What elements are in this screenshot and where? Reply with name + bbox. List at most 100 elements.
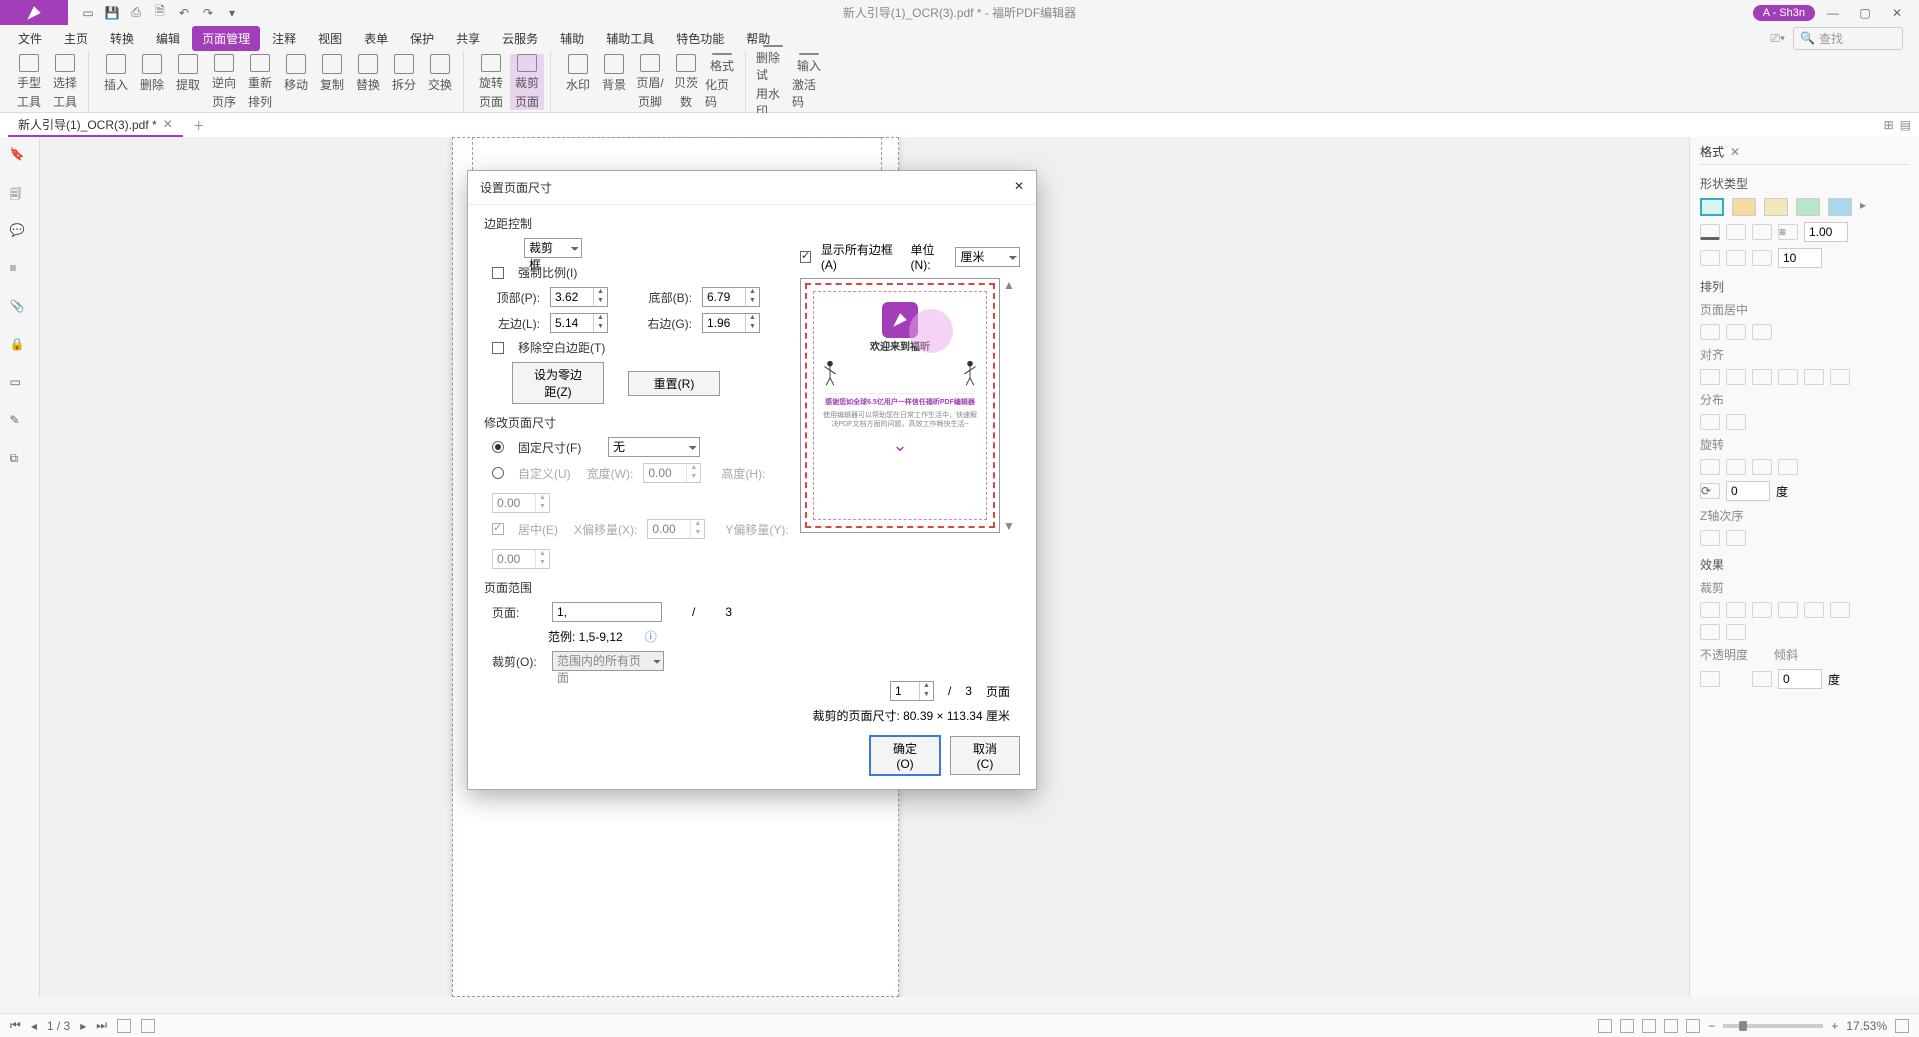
swatch-4[interactable] <box>1796 198 1820 216</box>
align-right-icon[interactable] <box>1752 369 1772 385</box>
ribbon-background[interactable]: 背景 <box>597 54 631 110</box>
center-v-icon[interactable] <box>1726 324 1746 340</box>
cancel-button[interactable]: 取消(C) <box>950 736 1020 775</box>
rotate-angle-icon[interactable]: ⟳ <box>1700 483 1720 499</box>
zoom-out-icon[interactable]: − <box>1708 1019 1715 1033</box>
print-icon[interactable]: ⎙ <box>128 5 144 21</box>
swatch-3[interactable] <box>1764 198 1788 216</box>
menu-view[interactable]: 视图 <box>308 26 352 51</box>
crop-extra2-icon[interactable] <box>1726 624 1746 640</box>
ribbon-activate[interactable]: 输入激活码 <box>792 54 826 110</box>
line-style-icon[interactable] <box>1752 224 1772 240</box>
ribbon-crop[interactable]: 裁剪页面 <box>510 54 544 110</box>
unit-select[interactable]: 厘米 <box>955 247 1020 267</box>
crop-polygon-icon[interactable] <box>1778 602 1798 618</box>
undo-icon[interactable]: ↶ <box>176 5 192 21</box>
menu-home[interactable]: 主页 <box>54 26 98 51</box>
ok-button[interactable]: 确定(O) <box>870 736 940 775</box>
comments-icon[interactable]: 💬 <box>10 223 30 243</box>
user-badge[interactable]: A - Sh3n <box>1753 5 1815 21</box>
ribbon-replace[interactable]: 替换 <box>351 54 385 110</box>
dialog-close-icon[interactable]: ✕ <box>1014 179 1024 196</box>
opacity-icon[interactable] <box>1700 671 1720 687</box>
fullscreen-icon[interactable] <box>1895 1019 1909 1033</box>
text-color-icon[interactable] <box>1700 224 1720 240</box>
show-all-boxes-checkbox[interactable] <box>800 251 811 263</box>
bottom-spinner[interactable]: ▲▼ <box>702 287 760 307</box>
crop-free-icon[interactable] <box>1830 602 1850 618</box>
view-mode-1-icon[interactable] <box>1598 1019 1612 1033</box>
page-indicator[interactable]: 1 / 3 <box>47 1019 70 1033</box>
ribbon-watermark[interactable]: 水印 <box>561 54 595 110</box>
ribbon-format-pagenum[interactable]: 格式化页码 <box>705 54 739 110</box>
reset-button[interactable]: 重置(R) <box>628 371 720 396</box>
redo-icon[interactable]: ↷ <box>200 5 216 21</box>
ribbon-remove-trial[interactable]: 删除试用水印 <box>756 54 790 110</box>
view-mode-2-icon[interactable] <box>1620 1019 1634 1033</box>
align-vcenter-icon[interactable] <box>1804 369 1824 385</box>
custom-radio[interactable] <box>492 467 504 479</box>
ribbon-split[interactable]: 拆分 <box>387 54 421 110</box>
preview-page-spinner[interactable]: ▲▼ <box>890 681 934 701</box>
menu-file[interactable]: 文件 <box>8 26 52 51</box>
right-spinner[interactable]: ▲▼ <box>702 313 760 333</box>
dash-style-icon[interactable] <box>1700 250 1720 266</box>
ribbon-delete[interactable]: 删除 <box>135 54 169 110</box>
crop-rect-icon[interactable] <box>1726 602 1746 618</box>
layers-icon[interactable]: ≡ <box>10 261 30 281</box>
fill-color-icon[interactable] <box>1726 224 1746 240</box>
menu-form[interactable]: 表单 <box>354 26 398 51</box>
ribbon-rearrange[interactable]: 重新排列 <box>243 54 277 110</box>
ribbon-mode-icon[interactable]: ⎚▾ <box>1770 31 1785 46</box>
ribbon-rotate[interactable]: 旋转页面 <box>474 54 508 110</box>
open-icon[interactable]: ▭ <box>80 5 96 21</box>
menu-protect[interactable]: 保护 <box>400 26 444 51</box>
view-mode-5-icon[interactable] <box>1686 1019 1700 1033</box>
cap-style-icon[interactable] <box>1752 250 1772 266</box>
center-both-icon[interactable] <box>1752 324 1772 340</box>
save-icon[interactable]: 💾 <box>104 5 120 21</box>
remove-white-checkbox[interactable] <box>492 342 504 354</box>
ribbon-hand-tool[interactable]: 手型工具 <box>12 54 46 110</box>
swatch-1[interactable] <box>1700 198 1724 216</box>
zoom-slider[interactable] <box>1723 1024 1823 1028</box>
close-button[interactable]: ✕ <box>1883 3 1911 23</box>
align-top-icon[interactable] <box>1778 369 1798 385</box>
menu-convert[interactable]: 转换 <box>100 26 144 51</box>
rotate-cw-icon[interactable] <box>1726 459 1746 475</box>
close-panel-icon[interactable]: ✕ <box>1730 145 1740 159</box>
document-tab[interactable]: 新人引导(1)_OCR(3).pdf * ✕ <box>8 113 183 137</box>
qat-dropdown-icon[interactable]: ▾ <box>224 5 240 21</box>
menu-aux1[interactable]: 辅助 <box>550 26 594 51</box>
angle-input[interactable] <box>1778 248 1822 268</box>
swatch-next-icon[interactable]: ▸ <box>1860 198 1866 216</box>
rotate-input[interactable] <box>1726 481 1770 501</box>
bookmark-icon[interactable]: 🔖 <box>10 147 30 167</box>
menu-aux2[interactable]: 辅助工具 <box>596 26 664 51</box>
page-range-input[interactable] <box>552 602 662 622</box>
fields-icon[interactable]: ▭ <box>10 375 30 395</box>
crop-extra1-icon[interactable] <box>1700 624 1720 640</box>
first-page-icon[interactable]: ⏮ <box>10 1018 21 1033</box>
ribbon-copy[interactable]: 复制 <box>315 54 349 110</box>
line-width-input[interactable] <box>1804 222 1848 242</box>
security-icon[interactable]: 🔒 <box>10 337 30 357</box>
swatch-5[interactable] <box>1828 198 1852 216</box>
flip-v-icon[interactable] <box>1778 459 1798 475</box>
signature-icon[interactable]: ✎ <box>10 413 30 433</box>
distribute-h-icon[interactable] <box>1700 414 1720 430</box>
ribbon-move[interactable]: 移动 <box>279 54 313 110</box>
ribbon-reverse[interactable]: 逆向页序 <box>207 54 241 110</box>
skew-icon[interactable] <box>1752 671 1772 687</box>
align-bottom-icon[interactable] <box>1830 369 1850 385</box>
left-spinner[interactable]: ▲▼ <box>550 313 608 333</box>
fixed-size-radio[interactable] <box>492 441 504 453</box>
view-mode-3-icon[interactable] <box>1642 1019 1656 1033</box>
sb-icon-1[interactable] <box>117 1019 131 1033</box>
doc-icon[interactable]: 🗎 <box>152 5 168 21</box>
tab-close-icon[interactable]: ✕ <box>163 117 173 131</box>
more-icon[interactable]: ⧉ <box>10 451 30 471</box>
zoom-value[interactable]: 17.53% <box>1846 1019 1887 1033</box>
menu-feature[interactable]: 特色功能 <box>666 26 734 51</box>
maximize-button[interactable]: ▢ <box>1851 3 1879 23</box>
